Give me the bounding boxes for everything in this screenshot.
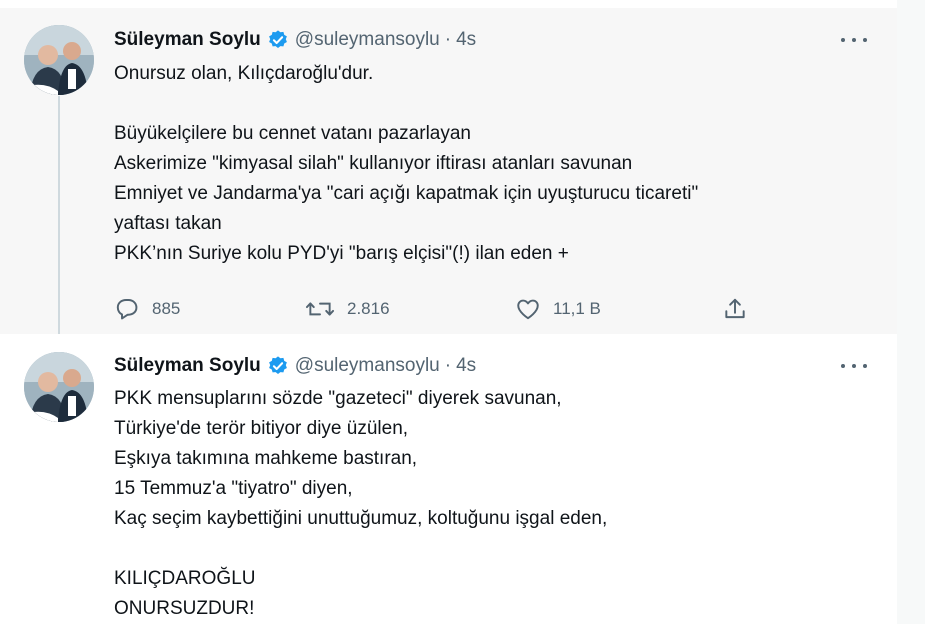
tweet-text-line: Türkiye'de terör bitiyor diye üzülen,: [114, 418, 409, 439]
tweet-timestamp[interactable]: 4s: [456, 355, 476, 377]
retweet-icon: [305, 302, 335, 316]
verified-badge-icon: [267, 355, 289, 377]
verified-badge-icon: [267, 29, 289, 51]
retweet-button[interactable]: 2.816: [305, 294, 390, 324]
share-button[interactable]: [722, 294, 748, 324]
like-button[interactable]: 11,1 B: [515, 294, 601, 324]
tweet[interactable]: Süleyman Soylu @suleymansoylu · 4s Onurs…: [0, 8, 897, 334]
author-name[interactable]: Süleyman Soylu: [114, 355, 261, 377]
tweet-text-line: Eşkıya takımına mahkeme bastıran,: [114, 448, 418, 469]
reply-button[interactable]: 885: [114, 294, 180, 324]
tweet-text-line: KILIÇDAROĞLU: [114, 568, 256, 589]
tweet-text-line: Onursuz olan, Kılıçdaroğlu'dur.: [114, 63, 374, 84]
more-options-icon[interactable]: [841, 30, 867, 50]
tweet-text-line: Büyükelçilere bu cennet vatanı pazarlaya…: [114, 123, 472, 144]
thread-connector-line: [58, 96, 60, 344]
author-handle[interactable]: @suleymansoylu: [295, 355, 440, 377]
author-name[interactable]: Süleyman Soylu: [114, 29, 261, 51]
tweet-text-line: PKK’nın Suriye kolu PYD'yi "barış elçisi…: [114, 243, 569, 264]
tweet-text-line: Emniyet ve Jandarma'ya "cari açığı kapat…: [114, 183, 699, 204]
right-gutter: [897, 0, 925, 624]
tweet-timestamp[interactable]: 4s: [456, 29, 476, 51]
tweet-text-line: yaftası takan: [114, 213, 222, 234]
tweet-text-line: 15 Temmuz'a "tiyatro" diyen,: [114, 478, 353, 499]
heart-icon: [517, 299, 539, 320]
separator-dot: ·: [444, 355, 452, 376]
share-icon: [725, 298, 745, 319]
tweet-text-line: Askerimize "kimyasal silah" kullanıyor i…: [114, 153, 633, 174]
more-options-icon[interactable]: [841, 356, 867, 376]
reply-icon: [116, 299, 138, 320]
tweet-text-line: ONURSUZDUR!: [114, 598, 255, 619]
like-count: 11,1 B: [553, 299, 601, 318]
avatar[interactable]: [24, 25, 94, 95]
tweet-text-line: PKK mensuplarını sözde "gazeteci" diyere…: [114, 388, 562, 409]
reply-count: 885: [152, 299, 181, 318]
tweet-header: Süleyman Soylu @suleymansoylu · 4s: [114, 28, 476, 52]
tweet[interactable]: Süleyman Soylu @suleymansoylu · 4s PKK m…: [0, 334, 897, 624]
tweet-header: Süleyman Soylu @suleymansoylu · 4s: [114, 354, 476, 378]
separator-dot: ·: [444, 29, 452, 50]
tweet-text-line: Kaç seçim kaybettiğini unuttuğumuz, kolt…: [114, 508, 608, 529]
retweet-count: 2.816: [347, 299, 390, 318]
avatar[interactable]: [24, 352, 94, 422]
author-handle[interactable]: @suleymansoylu: [295, 29, 440, 51]
